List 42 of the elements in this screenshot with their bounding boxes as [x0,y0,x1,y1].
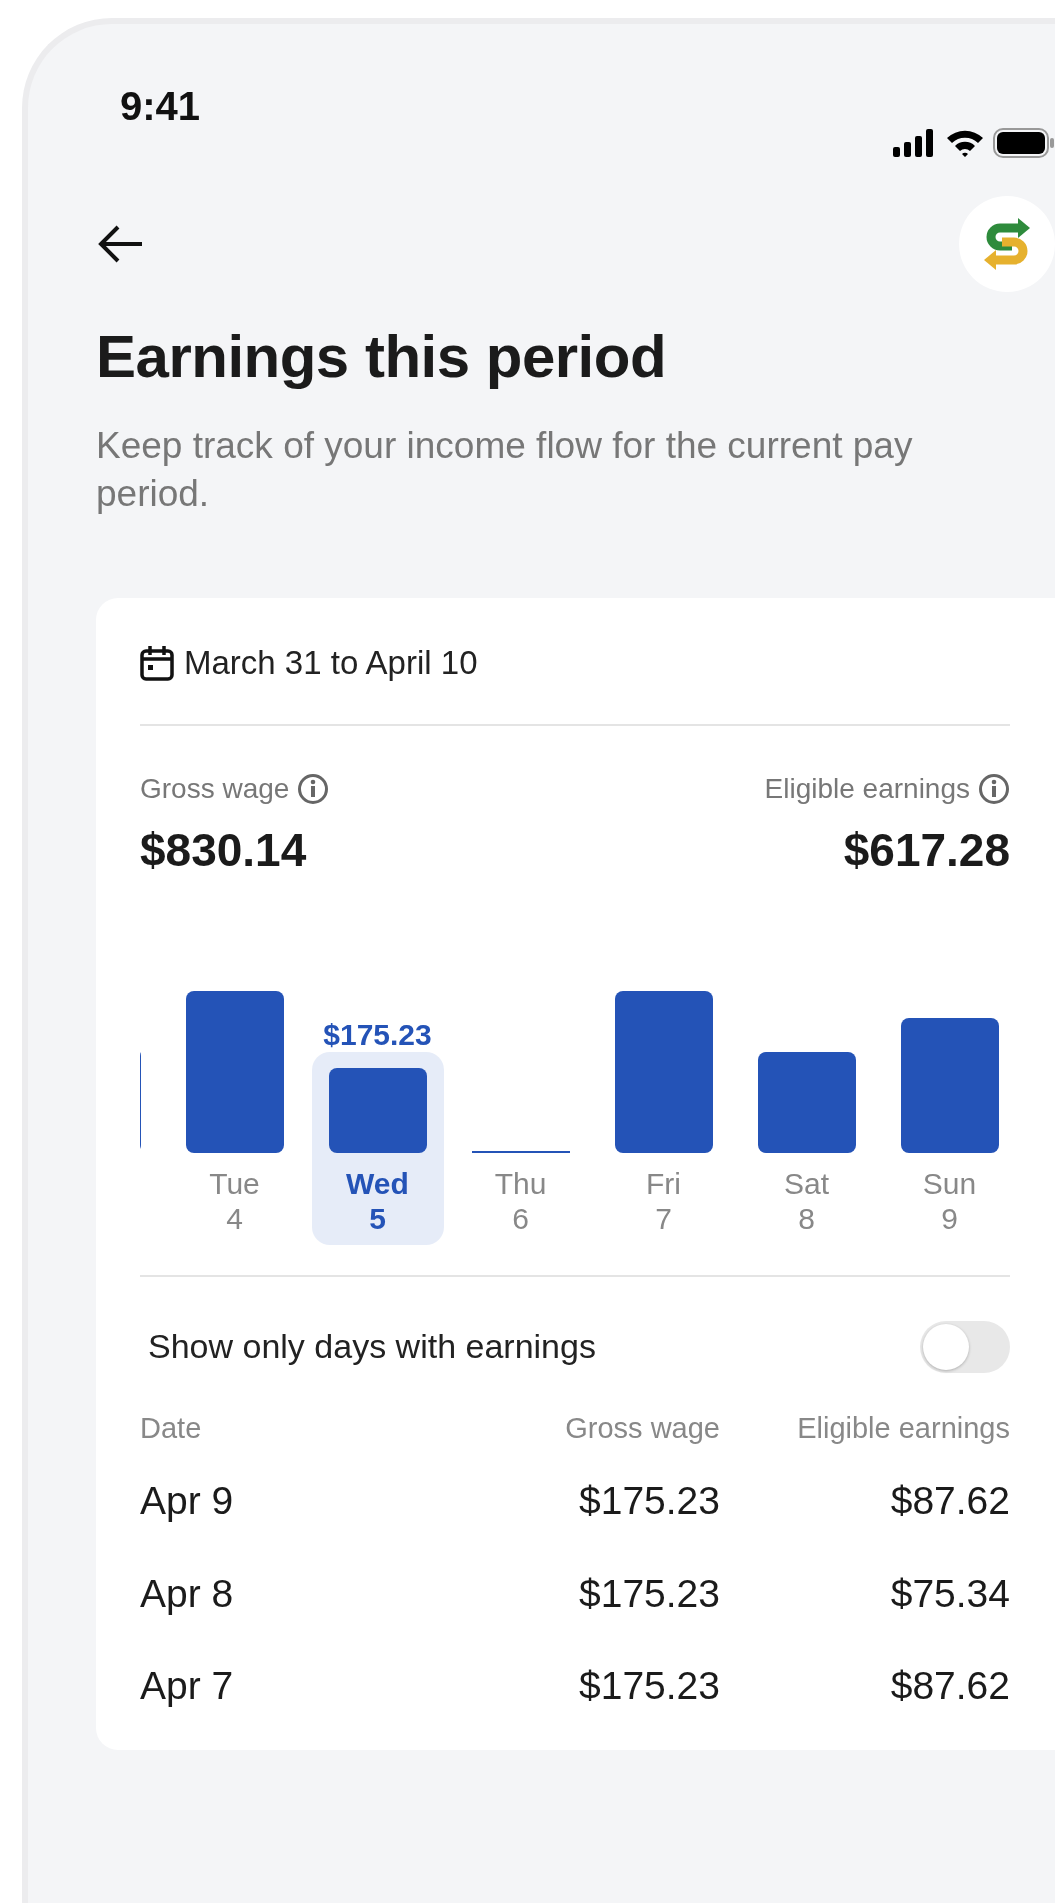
day-name: Wed [346,1167,409,1202]
day-name: Sun [922,1167,977,1202]
table-cell-text: Apr 9 [140,1478,235,1525]
day-date: 9 [941,1201,958,1235]
day-date: 6 [512,1201,529,1235]
table-cell-text: Apr 7 [140,1663,235,1710]
wifi-icon [945,128,985,158]
day-name: Tue [209,1167,260,1202]
summary-amount: $830.14 [140,822,308,878]
day-date: 7 [655,1201,672,1235]
pay-period-range: March 31 to April 10 [184,643,478,684]
table-cell-text: $175.23 [578,1663,720,1710]
back-arrow-icon[interactable] [98,224,144,264]
table-cell-text: $75.34 [889,1570,1010,1617]
table-cell-text: $175.23 [578,1478,720,1525]
day-name: Fri [646,1167,681,1202]
day-date: 8 [798,1201,815,1235]
selected-day-highlight[interactable]: Wed 5 [311,1052,444,1245]
info-icon[interactable] [297,772,330,805]
info-icon[interactable] [978,772,1010,805]
toggle-switch[interactable] [920,1320,1010,1373]
calendar-icon [140,644,174,681]
summary-label: Gross wage [140,771,290,806]
table-cell-text: $175.23 [578,1570,720,1617]
battery-icon [993,128,1055,158]
table-cell-text: Apr 8 [140,1570,235,1617]
summary-label: Eligible earnings [764,771,970,806]
column-header: Eligible earnings [796,1410,1010,1446]
day-date: 5 [369,1201,386,1235]
day-date: 4 [226,1201,243,1235]
table-cell-text: $87.62 [889,1663,1010,1710]
summary-amount: $617.28 [842,822,1010,878]
status-time: 9:41 [120,86,201,130]
page-title: Earnings this period [96,322,668,392]
toggle-label: Show only days with earnings [148,1326,596,1368]
column-header: Gross wage [564,1410,720,1446]
bar-value-label: $175.23 [323,1017,432,1053]
day-name: Thu [494,1167,547,1202]
column-header: Date [140,1410,203,1446]
day-name: Sat [784,1167,829,1202]
table-cell-text: $87.62 [889,1478,1010,1525]
page-subtitle: Keep track of your income flow for the current pay period. [96,424,914,517]
